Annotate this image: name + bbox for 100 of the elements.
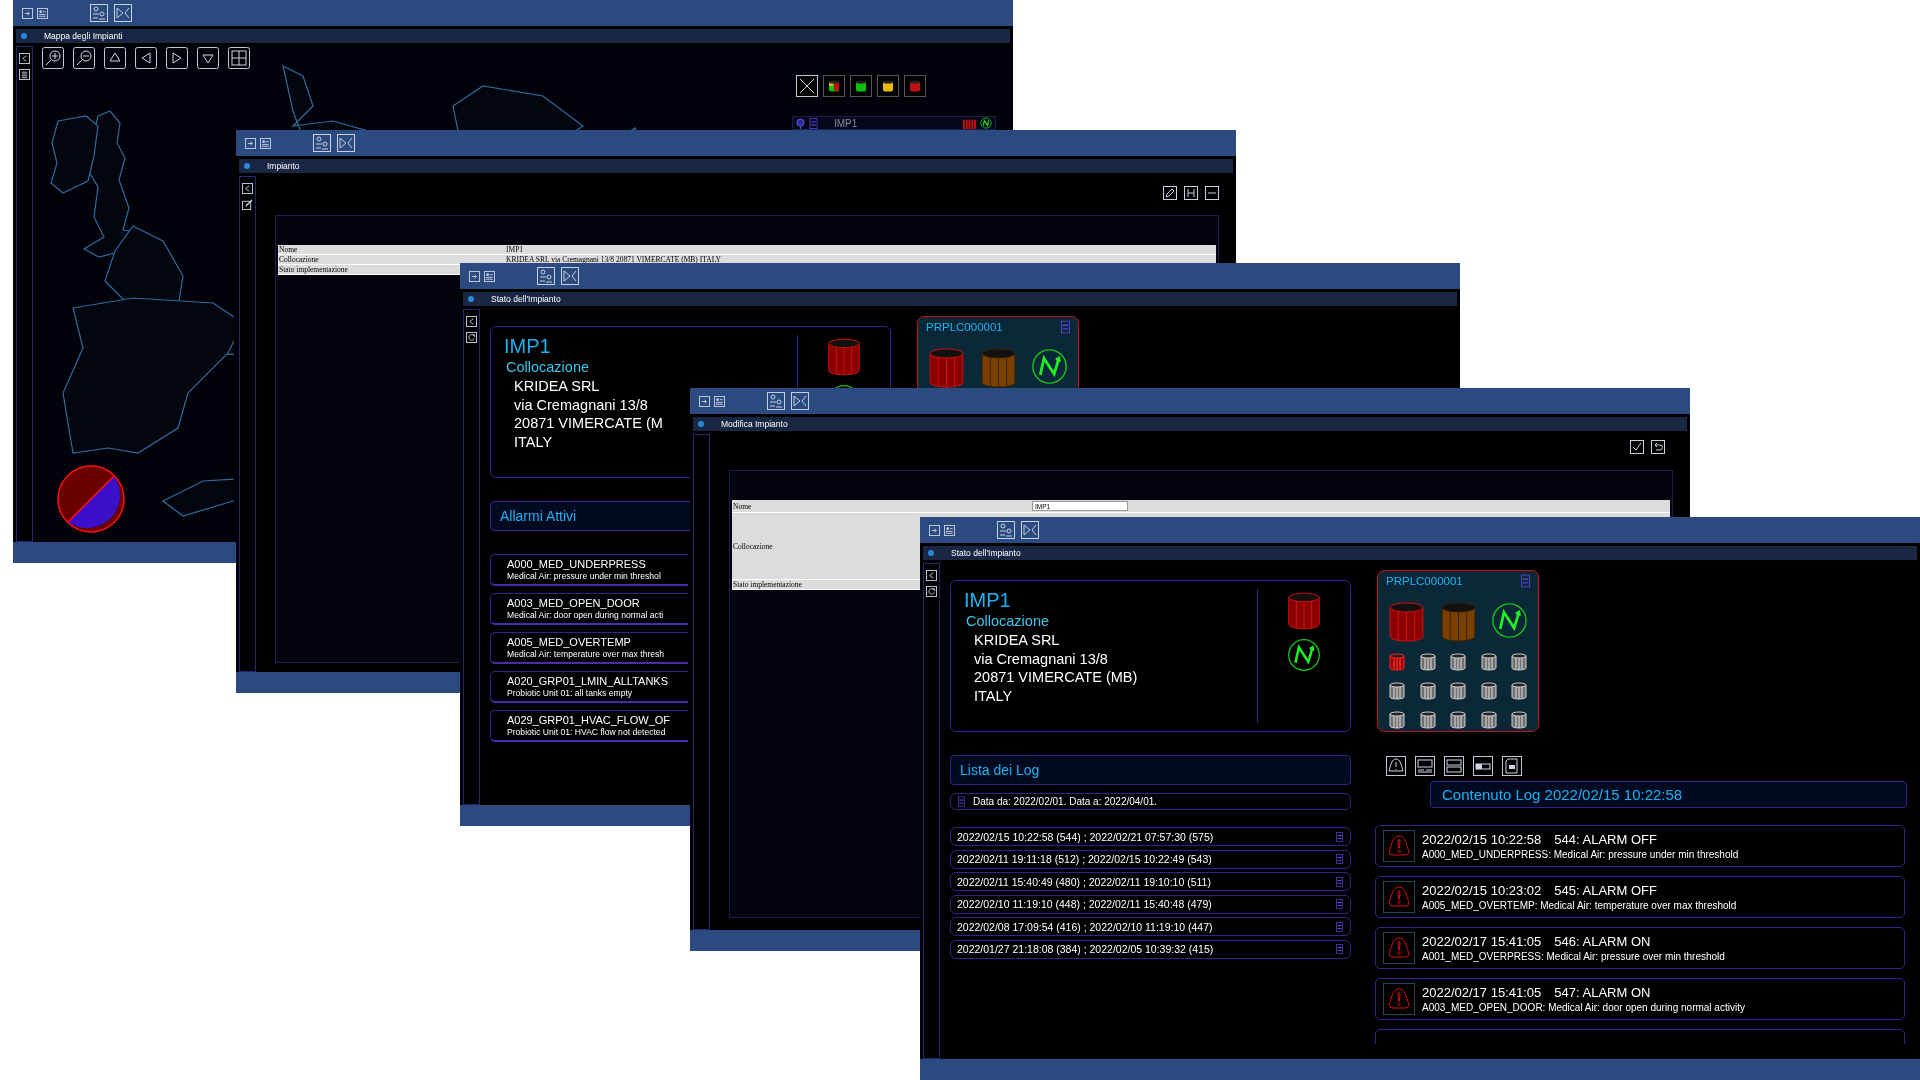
alarm-card[interactable]: A020_GRP01_LMIN_ALLTANKS Probiotic Unit 01: all tanks empty (490, 671, 688, 703)
alarm-card[interactable]: A000_MED_UNDERPRESS Medical Air: pressure under min threshol (490, 554, 688, 586)
id-card-icon[interactable] (944, 524, 955, 536)
rows-icon[interactable] (1444, 756, 1464, 776)
users-icon[interactable] (767, 392, 785, 410)
section-header: Lista dei Log (950, 755, 1351, 785)
close-icon[interactable] (796, 75, 818, 97)
entry-event: 547: ALARM ON (1554, 984, 1651, 1001)
plant-name: IMP1 (964, 589, 1012, 611)
edit-icon[interactable] (242, 199, 253, 210)
wave-icon (1491, 602, 1528, 639)
enter-icon[interactable] (469, 270, 480, 282)
enter-icon[interactable] (22, 7, 33, 19)
device-icon[interactable] (1415, 756, 1435, 776)
plant-name: IMP1 (504, 335, 552, 357)
tank-icon (928, 348, 965, 388)
file-icon[interactable] (1502, 756, 1522, 776)
plant-row[interactable]: IMP1 (792, 116, 996, 130)
bars-icon (963, 117, 976, 129)
entry-time: 2022/02/17 15:41:05 (1422, 933, 1542, 950)
wave-icon (1287, 638, 1321, 672)
users-icon[interactable] (537, 267, 555, 285)
enter-icon[interactable] (245, 137, 256, 149)
log-row[interactable]: 2022/02/15 10:22:58 (544) ; 2022/02/21 07:57:30 (575) (950, 827, 1351, 846)
location-label: Collocazione (966, 612, 1051, 631)
id-card-icon[interactable] (37, 7, 48, 19)
alarm-description: Medical Air: door open during normal acti (507, 609, 665, 621)
back-icon[interactable] (19, 53, 30, 64)
back-icon[interactable] (242, 183, 253, 194)
entry-detail: A005_MED_OVERTEMP: Medical Air: temperature over max threshold (1422, 898, 1737, 912)
entry-time: 2022/02/15 10:22:58 (1422, 831, 1542, 848)
alarm-card[interactable]: A003_MED_OPEN_DOOR Medical Air: door open during normal acti (490, 593, 688, 625)
enter-icon[interactable] (699, 395, 710, 407)
edit-icon[interactable] (1163, 186, 1177, 200)
entry-detail: A003_MED_OPEN_DOOR: Medical Air: door open during normal activity (1422, 1000, 1745, 1014)
dot-icon (928, 550, 934, 556)
address-line: KRIDEA SRL (514, 377, 600, 396)
window-title: Mappa degli Impianti (44, 31, 123, 41)
address-line: ITALY (514, 432, 553, 451)
alarm-description: Probiotic Unit 01: HVAC flow not detected (507, 726, 667, 738)
date-filter[interactable]: Data da: 2022/02/01. Data a: 2022/04/01. (950, 793, 1351, 810)
log-row[interactable]: 2022/02/08 17:09:54 (416) ; 2022/02/10 11:19:10 (447) (950, 917, 1351, 936)
refresh-icon[interactable] (926, 586, 937, 597)
users-icon[interactable] (90, 4, 108, 22)
back-icon[interactable] (466, 316, 477, 327)
dot-icon (468, 296, 474, 302)
log-range: 2022/02/15 10:22:58 (544) ; 2022/02/21 07:57:30 (575) (957, 830, 1214, 843)
split-icon[interactable] (337, 134, 355, 152)
dot-icon (244, 163, 250, 169)
alarm-card[interactable]: A029_GRP01_HVAC_FLOW_OF Probiotic Unit 01: HVAC flow not detected (490, 710, 688, 742)
users-icon[interactable] (313, 134, 331, 152)
undo-icon[interactable] (1651, 440, 1665, 454)
split-icon[interactable] (561, 267, 579, 285)
alarm-description: Medical Air: temperature over max thresh (507, 648, 666, 660)
alarm-card[interactable]: A005_MED_OVERTEMP Medical Air: temperature over max thresh (490, 632, 688, 664)
tank-filter-icon[interactable] (850, 75, 872, 97)
h-icon[interactable] (1184, 186, 1198, 200)
back-icon[interactable] (926, 570, 937, 581)
id-card-icon[interactable] (484, 270, 495, 282)
grid-icon[interactable] (228, 47, 250, 69)
log-row[interactable]: 2022/02/10 11:19:10 (448) ; 2022/02/11 15:40:48 (479) (950, 894, 1351, 914)
entry-event: 545: ALARM OFF (1554, 882, 1657, 899)
tank-filter-icon[interactable] (823, 75, 845, 97)
address-line: via Cremagnani 13/8 (974, 649, 1108, 668)
enter-icon[interactable] (929, 524, 940, 536)
split-icon[interactable] (1021, 521, 1039, 539)
alarm-icon (1383, 881, 1415, 913)
refresh-icon[interactable] (466, 332, 477, 343)
entry-detail: A001_MED_OVERPRESS: Medical Air: pressure over min threshold (1422, 949, 1725, 963)
alarm-icon (1383, 830, 1415, 862)
alarm-description: Probiotic Unit 01: all tanks empty (507, 687, 634, 699)
plc-name: PRPLC000001 (926, 321, 1003, 333)
alarm-description: Medical Air: pressure under min threshol (507, 570, 662, 582)
log-row[interactable]: 2022/02/11 19:11:18 (512) ; 2022/02/15 10:22:49 (543) (950, 849, 1351, 869)
window-title: Impianto (267, 161, 300, 171)
split-icon[interactable] (114, 4, 132, 22)
check-icon[interactable] (1630, 440, 1644, 454)
entry-event: 544: ALARM OFF (1554, 831, 1657, 848)
address-line: via Cremagnani 13/8 (514, 395, 648, 414)
section-header: Contenuto Log 2022/02/15 10:22:58 (1430, 781, 1907, 808)
window-title: Modifica Impianto (721, 419, 788, 429)
entry-detail: A000_MED_UNDERPRESS: Medical Air: pressure under min threshold (1422, 847, 1739, 861)
toggle-icon[interactable] (1473, 756, 1493, 776)
tank-filter-icon[interactable] (877, 75, 899, 97)
location-label: Collocazione (506, 358, 591, 377)
wave-icon (1031, 348, 1068, 385)
split-icon[interactable] (791, 392, 809, 410)
minus-icon[interactable] (1205, 186, 1219, 200)
id-card-icon[interactable] (260, 137, 271, 149)
entry-event: 546: ALARM ON (1554, 933, 1651, 950)
log-row[interactable]: 2022/02/11 15:40:49 (480) ; 2022/02/11 19:10:10 (511) (950, 872, 1351, 891)
plc-name: PRPLC000001 (1386, 575, 1463, 587)
log-row[interactable]: 2022/01/27 21:18:08 (384) ; 2022/02/05 10:39:32 (415) (950, 939, 1351, 959)
tank-icon (1439, 602, 1477, 642)
alarm-icon[interactable] (1386, 756, 1406, 776)
alarm-code: A003_MED_OPEN_DOOR (507, 596, 641, 610)
users-icon[interactable] (997, 521, 1015, 539)
entry-time: 2022/02/15 10:23:02 (1422, 882, 1542, 899)
id-card-icon[interactable] (714, 395, 725, 407)
address-line: 20871 VIMERCATE (M (514, 414, 663, 433)
